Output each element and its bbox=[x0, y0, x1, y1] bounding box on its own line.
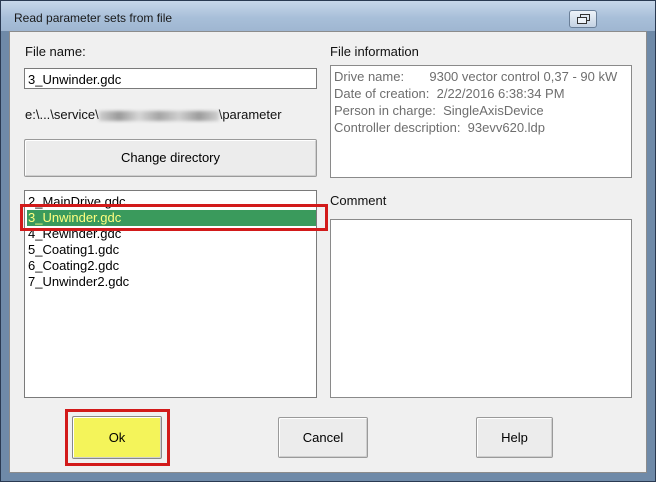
change-directory-button[interactable]: Change directory bbox=[24, 139, 317, 177]
restore-button[interactable] bbox=[569, 10, 597, 28]
file-information-label: File information bbox=[330, 44, 419, 59]
window-title: Read parameter sets from file bbox=[14, 11, 173, 25]
dialog-window: Read parameter sets from file File name:… bbox=[0, 0, 656, 482]
comment-label: Comment bbox=[330, 193, 387, 208]
current-path: e:\...\service\ \parameter bbox=[25, 107, 282, 122]
list-item[interactable]: 4_Rewinder.gdc bbox=[27, 226, 316, 242]
list-item[interactable]: 6_Coating2.gdc bbox=[27, 258, 316, 274]
dialog-client: File name: 3_Unwinder.gdc e:\...\service… bbox=[9, 31, 647, 473]
cancel-button[interactable]: Cancel bbox=[278, 417, 368, 458]
redacted-path-segment bbox=[98, 110, 219, 121]
title-bar[interactable]: Read parameter sets from file bbox=[1, 1, 655, 31]
path-prefix: e:\...\service\ bbox=[25, 107, 99, 122]
list-item[interactable]: 5_Coating1.gdc bbox=[27, 242, 316, 258]
info-date-of-creation: Date of creation: 2/22/2016 6:38:34 PM bbox=[334, 86, 565, 101]
info-person-in-charge: Person in charge: SingleAxisDevice bbox=[334, 103, 544, 118]
path-suffix: \parameter bbox=[218, 107, 282, 122]
help-button[interactable]: Help bbox=[476, 417, 553, 458]
info-drive-name: Drive name: 9300 vector control 0,37 - 9… bbox=[334, 69, 618, 84]
info-controller-description: Controller description: 93evv620.ldp bbox=[334, 120, 546, 135]
file-name-label: File name: bbox=[25, 44, 86, 59]
list-item[interactable]: 2_MainDrive.gdc bbox=[27, 194, 316, 210]
restore-icon bbox=[577, 14, 590, 24]
list-item-selected[interactable]: 3_Unwinder.gdc bbox=[27, 210, 316, 226]
list-item[interactable]: 7_Unwinder2.gdc bbox=[27, 274, 316, 290]
file-name-input[interactable]: 3_Unwinder.gdc bbox=[24, 68, 317, 89]
comment-box[interactable] bbox=[330, 219, 632, 398]
file-list[interactable]: 2_MainDrive.gdc 3_Unwinder.gdc 4_Rewinde… bbox=[24, 190, 317, 398]
file-information-box: Drive name: 9300 vector control 0,37 - 9… bbox=[330, 65, 632, 178]
ok-button[interactable]: Ok bbox=[72, 416, 162, 459]
